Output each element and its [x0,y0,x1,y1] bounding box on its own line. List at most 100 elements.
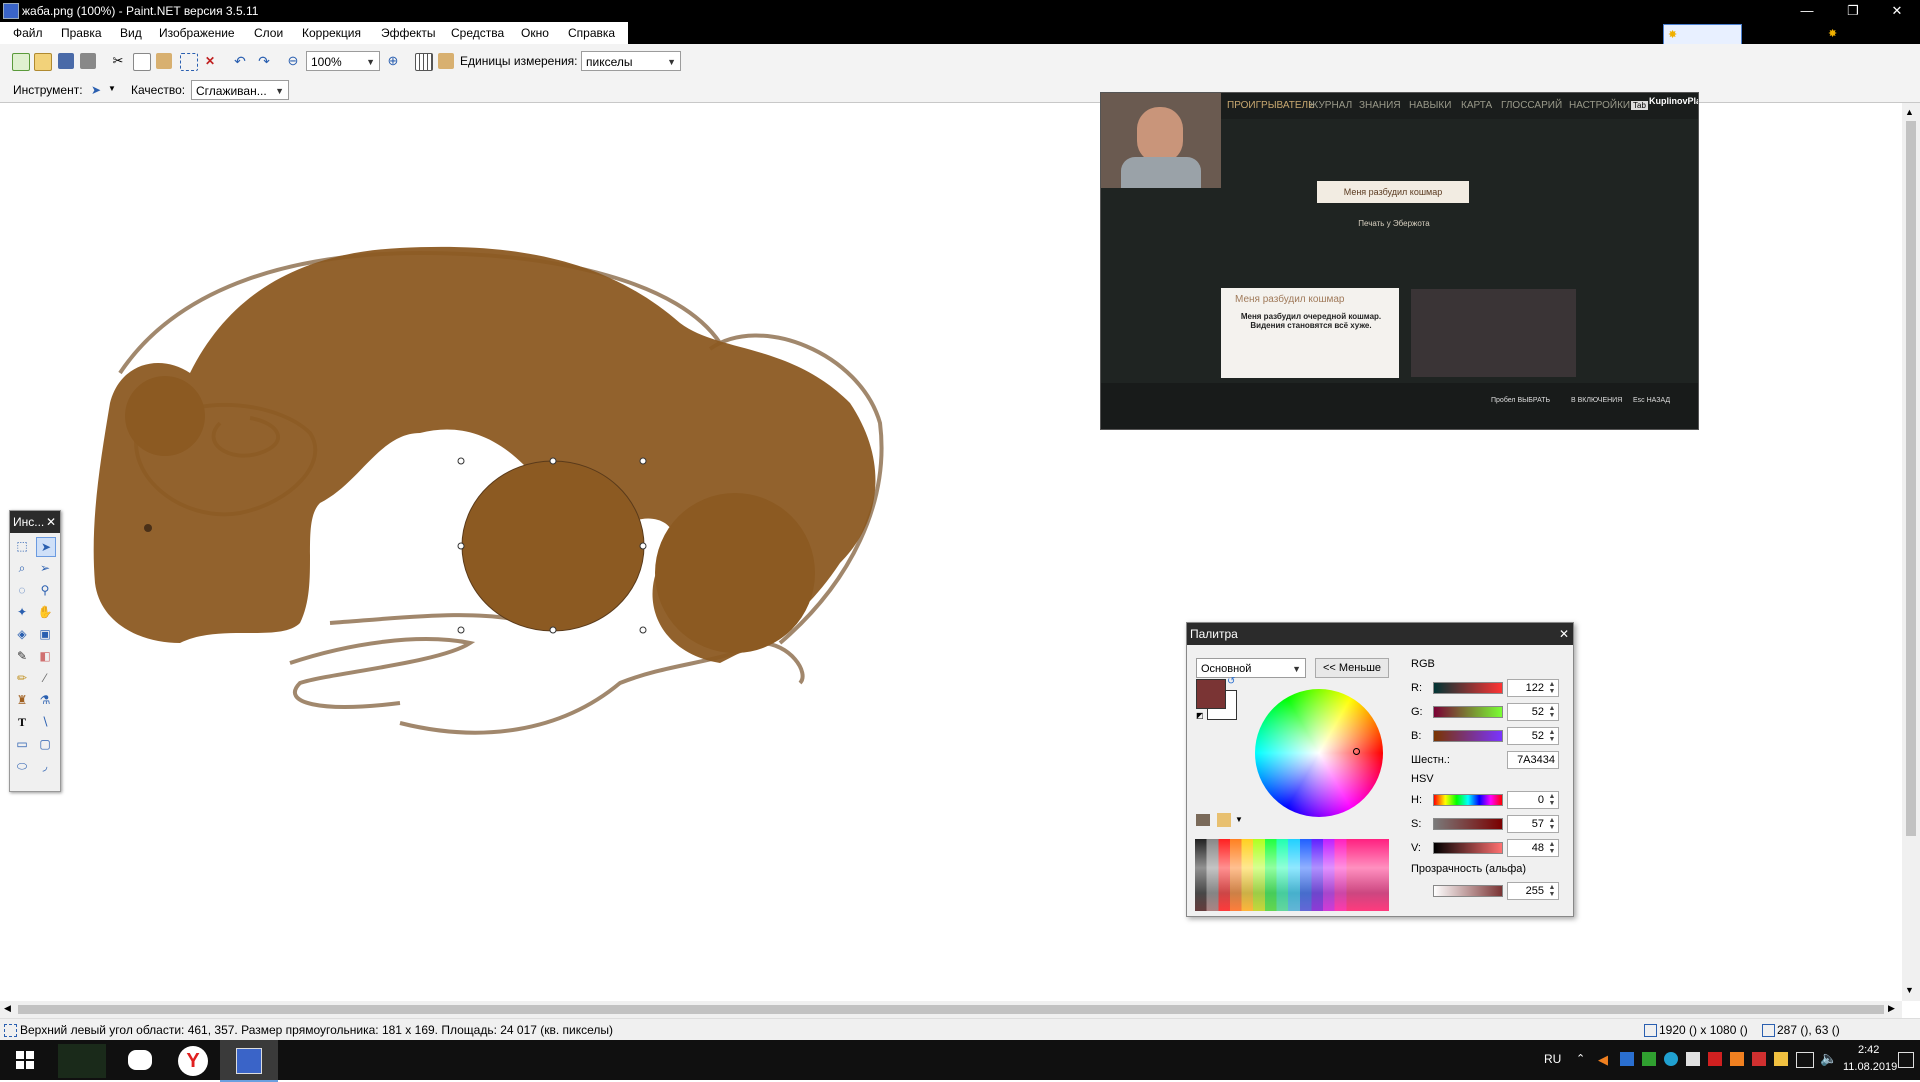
zoom-tool-icon[interactable]: ⚲ [36,581,54,599]
selection-handle[interactable] [457,626,465,634]
chevron-down-icon[interactable]: ▼ [1235,815,1243,824]
deselect-icon[interactable]: ✕ [202,53,218,69]
color-swatch-grid[interactable] [1195,839,1389,911]
tools-window-header[interactable]: Инс... ✕ [10,511,60,533]
network-icon[interactable] [1796,1052,1814,1068]
menu-utilities[interactable]: Средства [451,26,504,40]
spinner-icon[interactable]: ▲ ▼ [1547,681,1557,695]
save-icon[interactable] [58,53,74,69]
chevron-down-icon[interactable]: ▼ [108,84,116,93]
scroll-up-icon[interactable]: ▲ [1905,107,1914,117]
windows-start-icon[interactable] [16,1051,34,1069]
ellipse-select-tool-icon[interactable]: ◌ [13,581,31,599]
value-slider[interactable] [1433,842,1503,854]
print-icon[interactable] [80,53,96,69]
recolor-tool-icon[interactable]: ⚗ [36,691,54,709]
vertical-scroll-thumb[interactable] [1906,121,1916,836]
magic-wand-tool-icon[interactable]: ✦ [13,603,31,621]
menu-effects[interactable]: Эффекты [381,26,436,40]
lasso-tool-icon[interactable]: ⌕ [13,559,31,577]
primary-color-swatch[interactable] [1196,679,1226,709]
alpha-input[interactable]: 255 ▲ ▼ [1507,882,1559,900]
spinner-icon[interactable]: ▲ ▼ [1547,705,1557,719]
zoom-in-icon[interactable]: ⊕ [385,53,401,69]
selection-handle[interactable] [639,457,647,465]
alpha-slider[interactable] [1433,885,1503,897]
green-slider[interactable] [1433,706,1503,718]
minimize-button[interactable]: — [1784,0,1830,22]
eraser-tool-icon[interactable]: ◧ [36,647,54,665]
spinner-icon[interactable]: ▲ ▼ [1547,817,1557,831]
hue-slider[interactable] [1433,794,1503,806]
tray-app-icon[interactable]: ◀ [1598,1052,1610,1067]
selection-handle[interactable] [457,457,465,465]
selection-handle[interactable] [639,626,647,634]
menu-window[interactable]: Окно [521,26,549,40]
move-selection-tool-icon[interactable]: ➤ [36,537,56,557]
paintnet-taskbar-button[interactable] [220,1040,278,1082]
saturation-input[interactable]: 57 ▲ ▼ [1507,815,1559,833]
zoom-out-icon[interactable]: ⊖ [285,53,301,69]
palette-window-header[interactable]: Палитра ✕ [1187,623,1573,645]
close-icon[interactable]: ✕ [46,511,56,533]
gradient-tool-icon[interactable]: ▣ [36,625,54,643]
nvidia-icon[interactable] [1642,1052,1656,1066]
copy-icon[interactable] [133,53,151,71]
palette-menu-icon[interactable] [1217,813,1231,827]
color-wheel[interactable] [1255,689,1383,817]
move-selection-tool-icon[interactable]: ➤ [88,82,104,98]
red-slider[interactable] [1433,682,1503,694]
palette-mode-select[interactable]: Основной ▼ [1196,658,1306,678]
tray-app-icon[interactable] [1686,1052,1700,1066]
add-color-icon[interactable] [1196,814,1210,826]
spinner-icon[interactable]: ▲ ▼ [1547,793,1557,807]
reset-colors-icon[interactable]: ◩ [1196,711,1204,720]
language-indicator[interactable]: RU [1544,1052,1561,1066]
open-file-icon[interactable] [34,53,52,71]
move-selected-tool-icon[interactable]: ➢ [36,559,54,577]
green-input[interactable]: 52 ▲ ▼ [1507,703,1559,721]
quality-select[interactable]: Сглаживан... ▼ [191,80,289,100]
color-picker-tool-icon[interactable]: ⁄ [36,669,54,687]
close-button[interactable]: ✕ [1874,0,1920,22]
menu-help[interactable]: Справка [568,26,615,40]
scroll-right-icon[interactable]: ▶ [1888,1003,1895,1014]
new-file-icon[interactable] [12,53,30,71]
close-icon[interactable]: ✕ [1559,623,1569,645]
vertical-scrollbar[interactable]: ▲ ▼ [1902,103,1920,1001]
units-select[interactable]: пикселы ▼ [581,51,681,71]
rounded-rectangle-tool-icon[interactable]: ▢ [36,735,54,753]
clock-date[interactable]: 11.08.2019 [1843,1061,1897,1073]
yandex-browser-icon[interactable]: Y [178,1046,208,1076]
tray-app-icon[interactable] [1730,1052,1744,1066]
selection-handle[interactable] [549,626,557,634]
zoom-select[interactable]: 100% ▼ [306,51,380,71]
blue-input[interactable]: 52 ▲ ▼ [1507,727,1559,745]
spinner-icon[interactable]: ▲ ▼ [1547,841,1557,855]
crop-icon[interactable] [180,53,198,71]
rectangle-select-tool-icon[interactable]: ⬚ [13,537,31,555]
tray-app-icon[interactable] [1774,1052,1788,1066]
blue-slider[interactable] [1433,730,1503,742]
horizontal-scrollbar[interactable]: ◀ ▶ [0,1001,1902,1018]
selection-handle[interactable] [549,457,557,465]
paint-bucket-tool-icon[interactable]: ◈ [13,625,31,643]
red-input[interactable]: 122 ▲ ▼ [1507,679,1559,697]
menu-layers[interactable]: Слои [254,26,283,40]
cut-icon[interactable]: ✂ [110,53,126,69]
menu-file[interactable]: Файл [13,26,43,40]
rulers-icon[interactable] [438,53,454,69]
scroll-left-icon[interactable]: ◀ [4,1003,11,1014]
notifications-icon[interactable] [1898,1052,1914,1068]
redo-icon[interactable]: ↷ [256,53,272,69]
taskbar-app-blurred[interactable] [58,1044,106,1078]
grid-icon[interactable] [415,53,433,71]
menu-adjustments[interactable]: Коррекция [302,26,361,40]
value-input[interactable]: 48 ▲ ▼ [1507,839,1559,857]
scroll-down-icon[interactable]: ▼ [1905,985,1914,995]
pencil-tool-icon[interactable]: ✏ [13,669,31,687]
tray-app-icon[interactable] [1752,1052,1766,1066]
clone-stamp-tool-icon[interactable]: ♜ [13,691,31,709]
swap-colors-icon[interactable]: ↺ [1227,676,1235,687]
text-tool-icon[interactable]: T [13,713,31,731]
